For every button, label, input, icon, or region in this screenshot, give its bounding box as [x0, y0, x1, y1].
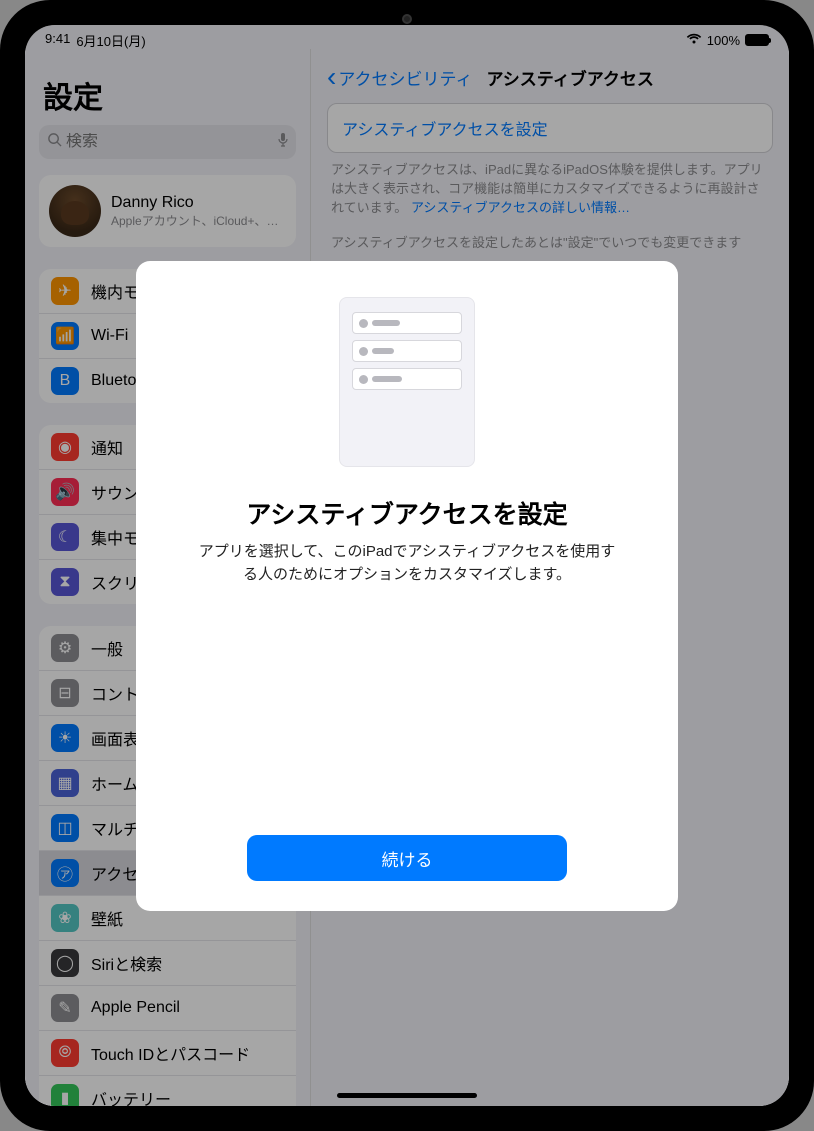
preview-graphic [339, 297, 475, 467]
continue-button[interactable]: 続ける [247, 835, 567, 881]
screen: 9:41 6月10日(月) 100% 設定 [25, 25, 789, 1106]
modal-body: アプリを選択して、このiPadでアシスティブアクセスを使用する人のためにオプショ… [196, 541, 618, 586]
home-indicator[interactable] [337, 1093, 477, 1098]
ipad-frame: 9:41 6月10日(月) 100% 設定 [0, 0, 814, 1131]
setup-modal: アシスティブアクセスを設定 アプリを選択して、このiPadでアシスティブアクセス… [136, 261, 678, 911]
modal-title: アシスティブアクセスを設定 [246, 495, 567, 531]
front-camera [402, 14, 412, 24]
